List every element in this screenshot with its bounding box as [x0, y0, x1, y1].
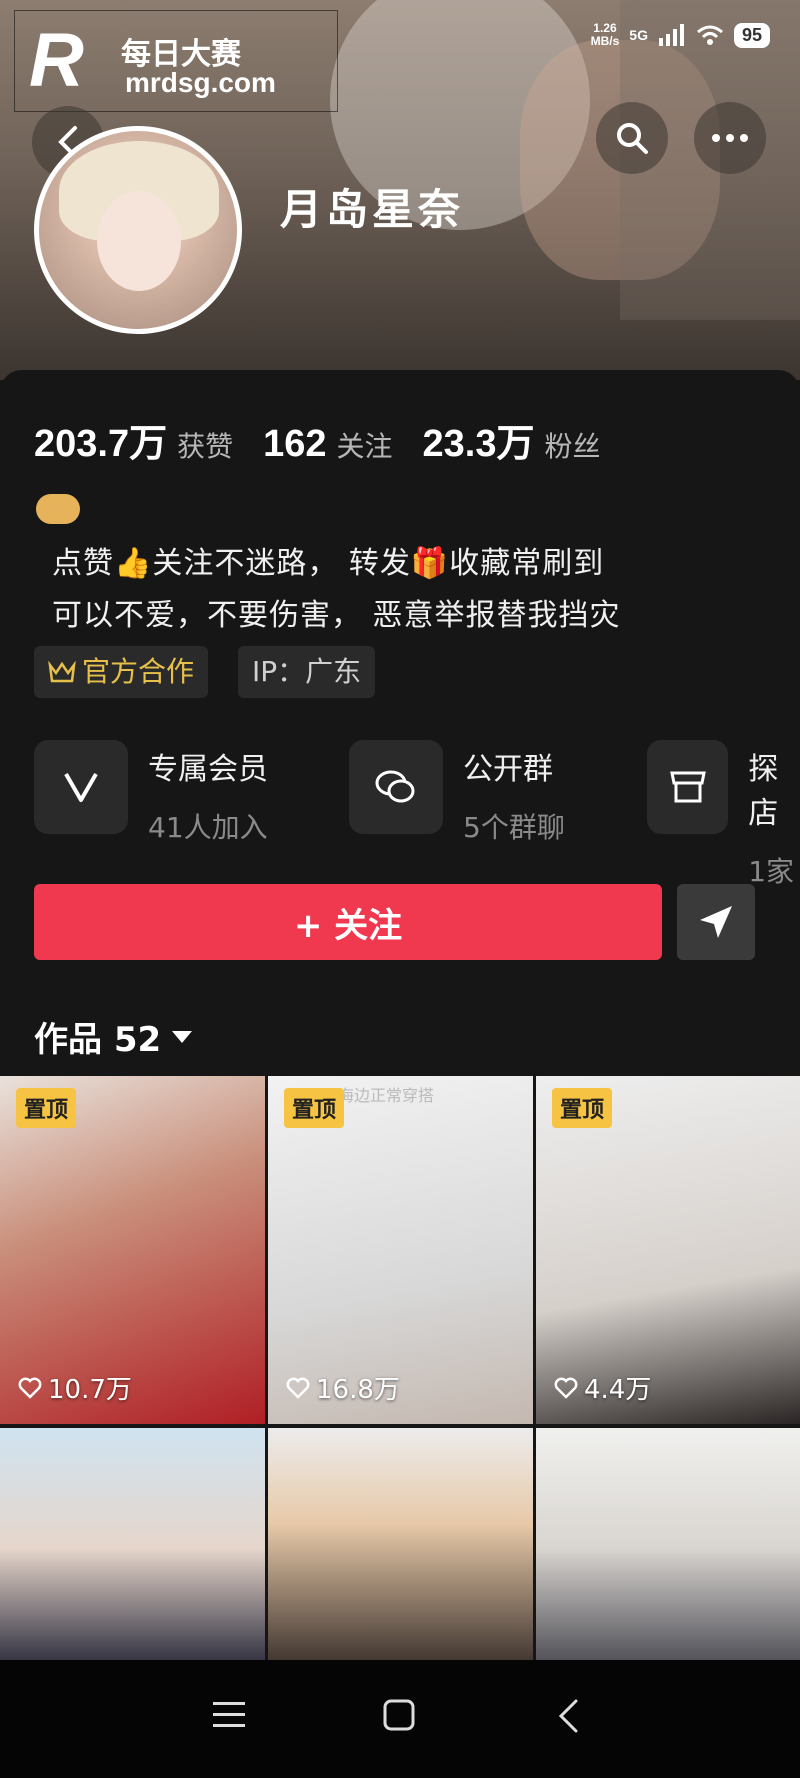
membership-icon	[34, 740, 128, 834]
net-speed: 1.26 MB/s	[590, 21, 620, 48]
video-grid: 置顶 10.7万 海边正常穿搭 置顶 16.8万 置顶 4.4万	[0, 1076, 800, 1676]
heart-icon	[18, 1377, 42, 1399]
bio-line: 点赞👍关注不迷路， 转发🎁收藏常刷到	[52, 546, 605, 581]
official-partner-tag[interactable]: 官方合作	[34, 646, 209, 698]
wifi-icon	[697, 25, 723, 45]
chat-bubbles-icon	[349, 740, 443, 834]
likes-count[interactable]: 203.7万	[34, 412, 167, 467]
battery-badge: 95	[733, 22, 770, 48]
network-type: 5G	[629, 27, 648, 43]
menu-icon[interactable]	[212, 1700, 246, 1730]
video-thumbnail[interactable]: 置顶 10.7万	[0, 1076, 265, 1424]
more-icon	[712, 134, 748, 142]
thumbnail-image	[536, 1428, 800, 1668]
video-thumbnail[interactable]	[536, 1428, 800, 1668]
video-thumbnail[interactable]: 置顶 4.4万	[536, 1076, 800, 1424]
like-count: 10.7万	[18, 1369, 132, 1406]
card-subtitle: 5个群聊	[463, 811, 565, 844]
card-store[interactable]: 探店 1家	[647, 740, 800, 890]
card-membership[interactable]: 专属会员 41人加入	[34, 740, 268, 846]
signal-icon	[658, 24, 684, 46]
card-public-group[interactable]: 公开群 5个群聊	[349, 740, 565, 846]
heart-icon	[554, 1377, 578, 1399]
likes-label: 获赞	[177, 430, 234, 463]
search-icon	[617, 123, 648, 154]
profile-name: 月岛星奈	[280, 185, 465, 234]
caret-down-icon	[172, 1030, 193, 1043]
home-icon[interactable]	[382, 1698, 416, 1732]
watermark-logo: R	[29, 18, 84, 103]
works-tab[interactable]: 作品 52	[34, 1012, 193, 1061]
pinned-badge: 置顶	[552, 1088, 613, 1128]
like-count: 16.8万	[286, 1369, 400, 1406]
like-count: 4.4万	[554, 1369, 651, 1406]
card-title: 探店	[748, 752, 779, 831]
back-nav-icon[interactable]	[556, 1698, 580, 1734]
card-subtitle: 1家	[748, 855, 795, 888]
bio-line: 可以不爱，不要伤害， 恶意举报替我挡灾	[52, 598, 621, 633]
bio-emoji-icon	[36, 494, 80, 524]
following-count[interactable]: 162	[263, 423, 326, 466]
thumbnail-image	[268, 1428, 533, 1668]
works-label: 作品 52	[34, 1020, 162, 1060]
video-thumbnail[interactable]: 海边正常穿搭 置顶 16.8万	[268, 1076, 533, 1424]
send-icon	[700, 906, 732, 938]
card-subtitle: 41人加入	[148, 811, 268, 844]
followers-count[interactable]: 23.3万	[423, 412, 535, 467]
watermark: R 每日大赛 mrdsg.com	[14, 10, 338, 112]
ip-location-tag: IP：广东	[238, 646, 376, 698]
share-button[interactable]	[677, 884, 755, 960]
card-title: 专属会员	[148, 752, 268, 787]
profile-stats: 203.7万 获赞 162 关注 23.3万 粉丝	[34, 412, 631, 467]
card-title: 公开群	[463, 752, 553, 787]
watermark-site: mrdsg.com	[125, 67, 276, 98]
avatar-face	[97, 191, 181, 291]
followers-label: 粉丝	[544, 430, 601, 463]
more-button[interactable]	[694, 102, 766, 174]
store-icon	[647, 740, 729, 834]
status-bar: 1.26 MB/s 5G 95	[591, 22, 770, 48]
video-thumbnail[interactable]	[268, 1428, 533, 1668]
pinned-badge: 置顶	[284, 1088, 345, 1128]
video-caption: 海边正常穿搭	[338, 1086, 435, 1105]
video-thumbnail[interactable]	[0, 1428, 265, 1668]
pinned-badge: 置顶	[16, 1088, 77, 1128]
thumbnail-image	[0, 1428, 265, 1668]
heart-icon	[286, 1377, 310, 1399]
crown-icon	[48, 660, 76, 683]
bio-text: 点赞👍关注不迷路， 转发🎁收藏常刷到 可以不爱，不要伤害， 恶意举报替我挡灾	[52, 538, 621, 642]
follow-button[interactable]: + 关注	[34, 884, 662, 960]
system-nav-bar	[0, 1660, 800, 1778]
search-button[interactable]	[596, 102, 668, 174]
avatar[interactable]	[34, 126, 242, 334]
profile-panel	[0, 370, 800, 1070]
following-label: 关注	[336, 430, 393, 463]
